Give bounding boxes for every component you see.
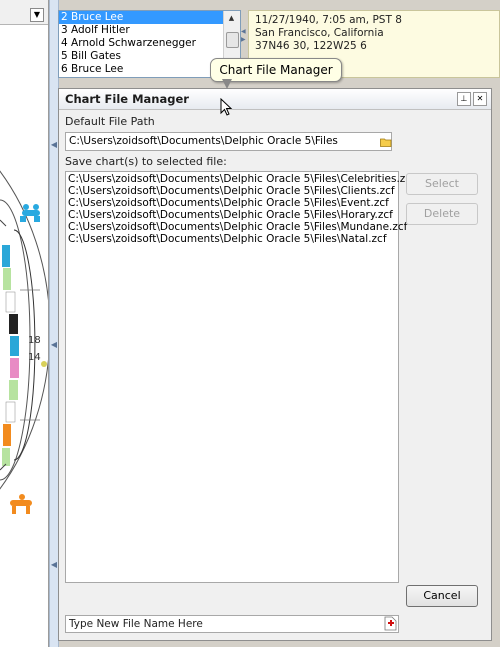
tooltip-tail xyxy=(222,79,232,89)
svg-text:14: 14 xyxy=(28,352,41,363)
chart-list-item[interactable]: 2 Bruce Lee xyxy=(59,11,240,24)
chart-wheel-area[interactable]: 18 14 ▼ xyxy=(0,0,49,647)
collapse-left-icon[interactable]: ◀ xyxy=(50,140,58,150)
scroll-up-icon[interactable]: ▲ xyxy=(225,12,238,25)
select-button[interactable]: Select xyxy=(406,173,478,195)
new-file-name-input[interactable]: Type New File Name Here xyxy=(65,615,399,633)
chart-info-location: San Francisco, California xyxy=(255,27,384,39)
cancel-button[interactable]: Cancel xyxy=(406,585,478,607)
panel-title: Chart File Manager xyxy=(65,92,189,106)
collapse-left-icon[interactable]: ◀ xyxy=(50,560,58,570)
default-path-field[interactable]: C:\Users\zoidsoft\Documents\Delphic Orac… xyxy=(65,132,392,151)
save-to-file-label: Save chart(s) to selected file: xyxy=(65,155,227,168)
list-splitter[interactable]: ◀ ▶ xyxy=(241,28,247,58)
chart-list-item[interactable]: 3 Adolf Hitler xyxy=(59,24,240,37)
folder-icon[interactable] xyxy=(380,133,392,150)
collapse-left-icon[interactable]: ◀ xyxy=(50,340,58,350)
file-list[interactable]: C:\Users\zoidsoft\Documents\Delphic Orac… xyxy=(65,171,415,583)
new-file-icon[interactable] xyxy=(384,616,397,631)
chart-file-manager-panel: Chart File Manager ⊥ ✕ Default File Path… xyxy=(58,88,492,641)
close-icon[interactable]: ✕ xyxy=(473,92,487,106)
file-list-item[interactable]: C:\Users\zoidsoft\Documents\Delphic Orac… xyxy=(68,185,396,197)
panel-title-bar[interactable]: Chart File Manager ⊥ ✕ xyxy=(59,89,491,110)
chevron-down-icon[interactable]: ▼ xyxy=(30,8,44,22)
chart-wheel-graphic: 18 14 xyxy=(0,170,48,514)
chart-list-item[interactable]: 4 Arnold Schwarzenegger xyxy=(59,37,240,50)
file-list-item[interactable]: C:\Users\zoidsoft\Documents\Delphic Orac… xyxy=(68,173,415,185)
expand-arrow-icon[interactable]: ◀ ▶ xyxy=(241,28,247,44)
file-list-item[interactable]: C:\Users\zoidsoft\Documents\Delphic Orac… xyxy=(68,221,407,233)
file-list-item[interactable]: C:\Users\zoidsoft\Documents\Delphic Orac… xyxy=(68,209,396,221)
file-list-item[interactable]: C:\Users\zoidsoft\Documents\Delphic Orac… xyxy=(68,197,396,209)
default-path-label: Default File Path xyxy=(65,115,155,128)
chart-info-datetime: 11/27/1940, 7:05 am, PST 8 xyxy=(255,14,402,26)
delete-button[interactable]: Delete xyxy=(406,203,478,225)
pin-icon[interactable]: ⊥ xyxy=(457,92,471,106)
chart-info-coordinates: 37N46 30, 122W25 6 xyxy=(255,40,367,52)
scrollbar-thumb[interactable] xyxy=(226,32,239,48)
svg-text:18: 18 xyxy=(28,335,41,346)
mouse-cursor-icon xyxy=(220,98,233,116)
file-list-item[interactable]: C:\Users\zoidsoft\Documents\Delphic Orac… xyxy=(68,233,396,245)
